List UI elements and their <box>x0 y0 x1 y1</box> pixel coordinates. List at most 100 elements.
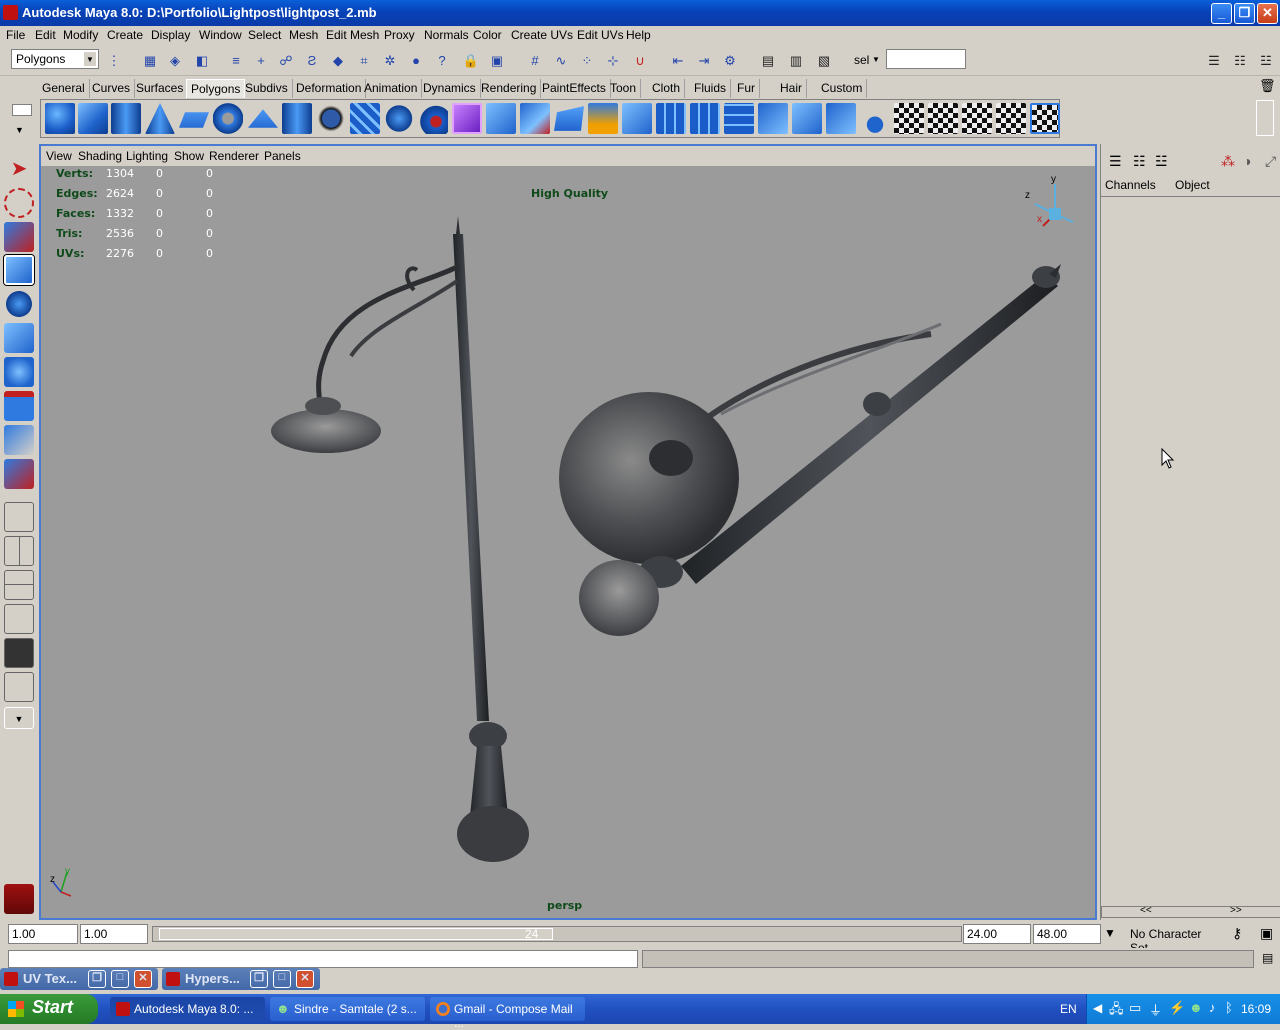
start-button[interactable]: Start <box>0 994 98 1024</box>
menu-edit[interactable]: Edit <box>35 28 56 42</box>
fill-hole-icon[interactable] <box>792 103 822 134</box>
panel-menu-show[interactable]: Show <box>174 149 204 163</box>
lasso-tool-icon[interactable] <box>4 188 34 218</box>
tool-settings-icon[interactable]: ☷ <box>1230 52 1250 70</box>
split-polygon-icon[interactable] <box>520 103 550 134</box>
poly-combine-icon[interactable] <box>350 103 380 134</box>
scale-tool-icon[interactable] <box>4 323 34 353</box>
uv-relax-icon[interactable] <box>962 103 992 134</box>
snap-point-icon[interactable]: ⁘ <box>577 52 597 70</box>
menu-edit-mesh[interactable]: Edit Mesh <box>326 28 379 42</box>
menu-color[interactable]: Color <box>473 28 502 42</box>
menu-file[interactable]: File <box>6 28 25 42</box>
sel-input[interactable] <box>886 49 966 69</box>
uv-checker-icon[interactable] <box>894 103 924 134</box>
move-tool-icon[interactable] <box>4 255 34 285</box>
volume-icon[interactable]: ♪ <box>1209 1000 1216 1015</box>
network-icon[interactable]: 🖧 <box>1109 1000 1124 1022</box>
single-pane-layout-icon[interactable] <box>4 502 34 532</box>
tab-painteffects[interactable]: PaintEffects <box>538 79 611 98</box>
universal-manipulator-icon[interactable] <box>4 357 34 387</box>
extrude-face-icon[interactable] <box>486 103 516 134</box>
tab-deformation[interactable]: Deformation <box>292 79 367 98</box>
character-set-dropdown[interactable]: No Character Set <box>1126 924 1226 955</box>
select-tool-icon[interactable]: ➤ <box>4 156 34 186</box>
panel-menu-panels[interactable]: Panels <box>264 149 301 163</box>
prefs-icon[interactable]: ▣ <box>1260 925 1273 942</box>
playback-start-field[interactable]: 1.00 <box>80 924 148 944</box>
smooth-proxy-icon[interactable] <box>452 103 482 134</box>
poly-pipe-icon[interactable] <box>282 103 312 134</box>
highlight-icon[interactable]: ▣ <box>487 52 507 70</box>
tab-fur[interactable]: Fur <box>733 79 760 98</box>
magnet-icon[interactable]: ∪ <box>630 52 650 70</box>
input-ops-icon[interactable]: ⇤ <box>668 52 688 70</box>
tab-custom[interactable]: Custom <box>817 79 868 98</box>
range-slider-track[interactable]: 24 <box>152 926 962 942</box>
mask-icon[interactable]: ≡ <box>226 52 246 70</box>
graph-layout-icon[interactable] <box>4 604 34 634</box>
restore-button[interactable]: ❐ <box>1234 3 1255 24</box>
ipr-render-icon[interactable]: ▥ <box>786 52 806 70</box>
snap-curve-icon[interactable]: ∿ <box>551 52 571 70</box>
sculpt-icon[interactable] <box>860 103 890 134</box>
panel-menu-view[interactable]: View <box>46 149 72 163</box>
wedge-face-icon[interactable] <box>656 103 686 134</box>
four-pane-layout-icon[interactable] <box>4 536 34 566</box>
panel-menu-shading[interactable]: Shading <box>78 149 122 163</box>
channel-box-icon[interactable]: ☳ <box>1256 52 1276 70</box>
tab-animation[interactable]: Animation <box>360 79 423 98</box>
menu-select[interactable]: Select <box>248 28 281 42</box>
soft-modification-icon[interactable] <box>4 391 34 421</box>
task-maya[interactable]: Autodesk Maya 8.0: ... <box>110 997 265 1021</box>
poly-separate-icon[interactable] <box>384 103 414 134</box>
poly-sphere-icon[interactable] <box>45 103 75 134</box>
uv-unfold-icon[interactable] <box>996 103 1026 134</box>
poly-cone-icon[interactable] <box>145 103 175 134</box>
maximize-button[interactable]: □ <box>111 970 129 988</box>
menu-normals[interactable]: Normals <box>424 28 469 42</box>
maximize-button[interactable]: □ <box>273 970 291 988</box>
render-settings-icon[interactable]: ▧ <box>814 52 834 70</box>
script-editor-icon[interactable]: ▤ <box>1262 951 1273 965</box>
minimized-hypershade[interactable]: Hypers... ❐ □ ✕ <box>162 968 320 990</box>
menu-set-dropdown[interactable]: Polygons ▼ <box>11 49 99 69</box>
power-icon[interactable]: ⚡ <box>1169 1000 1185 1016</box>
paint-select-tool-icon[interactable] <box>4 222 34 252</box>
animation-end-field[interactable]: 48.00 <box>1033 924 1101 944</box>
language-indicator[interactable]: EN <box>1060 1002 1077 1016</box>
menu-window[interactable]: Window <box>199 28 242 42</box>
uv-layout-icon[interactable] <box>928 103 958 134</box>
poly-torus-icon[interactable] <box>213 103 243 134</box>
rotate-tool-icon[interactable] <box>4 289 34 319</box>
messenger-tray-icon[interactable]: ☻ <box>1189 1000 1203 1015</box>
chevron-down-icon[interactable]: ▼ <box>872 55 880 64</box>
menu-create-uvs[interactable]: Create UVs <box>511 28 573 42</box>
channels-menu[interactable]: Channels <box>1105 178 1156 192</box>
shelf-menu-icon[interactable] <box>12 104 32 116</box>
task-firefox[interactable]: Gmail - Compose Mail ... <box>430 997 585 1030</box>
menu-display[interactable]: Display <box>151 28 190 42</box>
merge-vertices-icon[interactable] <box>622 103 652 134</box>
animation-start-field[interactable]: 1.00 <box>8 924 78 944</box>
surface-icon[interactable]: ◆ <box>328 52 348 70</box>
poly-prism-icon[interactable] <box>248 109 278 128</box>
dynamics-icon[interactable]: ✲ <box>380 52 400 70</box>
clock[interactable]: 16:09 <box>1241 1002 1271 1016</box>
object-menu[interactable]: Object <box>1175 178 1210 192</box>
close-button[interactable]: ✕ <box>296 970 314 988</box>
perspective-viewport[interactable]: View Shading Lighting Show Renderer Pane… <box>39 144 1097 920</box>
minimize-button[interactable]: _ <box>1211 3 1232 24</box>
layout-dropdown-icon[interactable]: ▼ <box>4 707 34 729</box>
scroll-right-arrow[interactable]: >> <box>1230 905 1242 916</box>
outliner-layout-icon[interactable] <box>4 570 34 600</box>
select-component-icon[interactable]: ◧ <box>192 52 212 70</box>
panel-menu-renderer[interactable]: Renderer <box>209 149 259 163</box>
minimized-uv-editor[interactable]: UV Tex... ❐ □ ✕ <box>0 968 158 990</box>
channel-list-area[interactable] <box>1101 196 1280 906</box>
menu-create[interactable]: Create <box>107 28 143 42</box>
poly-cylinder-icon[interactable] <box>111 103 141 134</box>
handle-icon[interactable]: + <box>251 52 271 70</box>
restore-button[interactable]: ❐ <box>88 970 106 988</box>
tab-general[interactable]: General <box>38 79 90 98</box>
